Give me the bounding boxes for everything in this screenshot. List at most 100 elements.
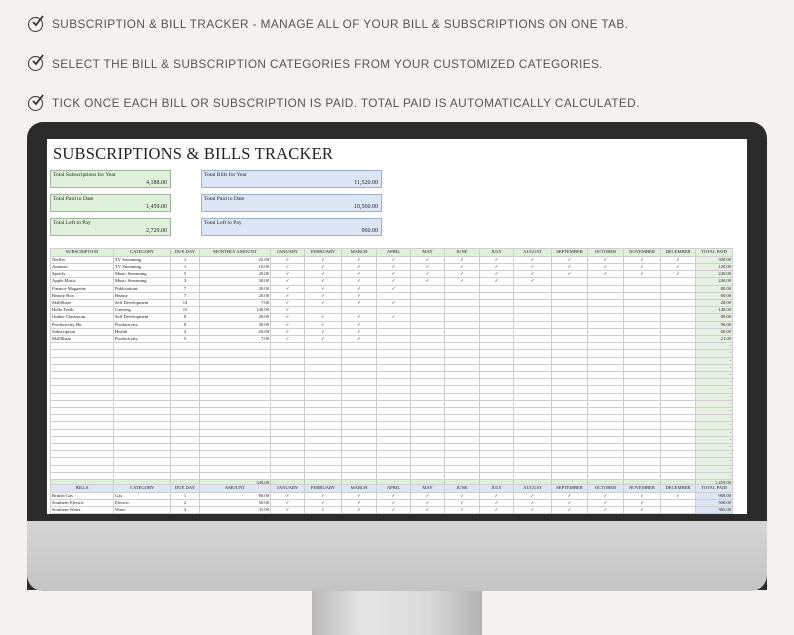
empty-cell[interactable] xyxy=(479,471,514,481)
empty-cell[interactable] xyxy=(376,435,411,445)
empty-cell[interactable] xyxy=(199,407,271,416)
tick-cell[interactable] xyxy=(341,306,377,315)
tick-cell[interactable] xyxy=(623,291,661,301)
tick-cell[interactable]: ✓ xyxy=(376,284,411,293)
empty-cell[interactable] xyxy=(170,450,200,459)
empty-cell[interactable] xyxy=(660,371,696,380)
tick-cell[interactable]: ✓ xyxy=(341,277,377,286)
empty-cell[interactable] xyxy=(304,342,342,351)
empty-cell[interactable] xyxy=(376,342,411,351)
tick-cell[interactable] xyxy=(551,277,588,286)
empty-cell[interactable] xyxy=(113,399,171,409)
cell-due-day[interactable]: 3 xyxy=(170,327,200,337)
empty-cell[interactable] xyxy=(199,428,271,437)
tick-cell[interactable] xyxy=(587,327,624,337)
empty-cell[interactable] xyxy=(304,363,342,373)
tick-cell[interactable]: ✓ xyxy=(444,506,480,514)
empty-cell[interactable] xyxy=(304,443,342,452)
empty-cell[interactable] xyxy=(587,356,624,365)
empty-cell[interactable] xyxy=(270,443,305,452)
cell-amount[interactable]: 140.00 xyxy=(199,306,271,315)
empty-cell[interactable] xyxy=(199,399,271,409)
empty-cell[interactable] xyxy=(410,363,445,373)
empty-cell[interactable] xyxy=(479,349,514,358)
tick-cell[interactable]: ✓ xyxy=(304,327,342,337)
empty-cell[interactable] xyxy=(376,363,411,373)
empty-cell[interactable] xyxy=(660,399,696,409)
empty-cell[interactable] xyxy=(341,363,377,373)
empty-cell[interactable] xyxy=(623,464,661,473)
empty-cell[interactable] xyxy=(410,356,445,365)
empty-cell[interactable] xyxy=(50,363,114,373)
empty-cell[interactable] xyxy=(513,363,552,373)
empty-cell[interactable] xyxy=(479,342,514,351)
empty-cell[interactable] xyxy=(410,407,445,416)
empty-cell[interactable] xyxy=(623,421,661,430)
tick-cell[interactable]: ✓ xyxy=(270,327,305,337)
cell-amount[interactable]: 30.00 xyxy=(199,277,271,286)
empty-cell[interactable] xyxy=(113,407,171,416)
tick-cell[interactable] xyxy=(513,335,552,344)
tick-cell[interactable] xyxy=(623,284,661,293)
tick-cell[interactable] xyxy=(587,335,624,344)
empty-cell[interactable] xyxy=(170,435,200,445)
cell-amount[interactable]: 20.00 xyxy=(199,291,271,301)
empty-cell[interactable] xyxy=(513,385,552,394)
cell-category[interactable]: TV Streaming xyxy=(113,255,171,265)
cell-amount[interactable]: 7.00 xyxy=(199,299,271,308)
tick-cell[interactable] xyxy=(660,313,696,322)
tick-cell[interactable] xyxy=(623,327,661,337)
empty-cell[interactable] xyxy=(113,414,171,423)
tick-cell[interactable] xyxy=(376,327,411,337)
empty-cell[interactable] xyxy=(410,414,445,423)
tick-cell[interactable] xyxy=(513,306,552,315)
empty-cell[interactable] xyxy=(444,428,480,437)
empty-cell[interactable] xyxy=(376,421,411,430)
empty-cell[interactable] xyxy=(551,399,588,409)
empty-cell[interactable] xyxy=(623,371,661,380)
empty-cell[interactable] xyxy=(623,385,661,394)
tick-cell[interactable]: ✓ xyxy=(479,277,514,286)
empty-cell[interactable] xyxy=(513,443,552,452)
empty-cell[interactable] xyxy=(623,471,661,481)
tick-cell[interactable]: ✓ xyxy=(270,284,305,293)
empty-cell[interactable] xyxy=(341,356,377,365)
empty-cell[interactable] xyxy=(479,464,514,473)
empty-cell[interactable] xyxy=(479,407,514,416)
tick-cell[interactable]: ✓ xyxy=(513,491,552,501)
tick-cell[interactable]: ✓ xyxy=(513,506,552,514)
tick-cell[interactable]: ✓ xyxy=(410,498,445,508)
empty-cell[interactable] xyxy=(587,392,624,401)
tick-cell[interactable] xyxy=(551,313,588,322)
cell-due-day[interactable]: 1 xyxy=(170,262,200,272)
empty-cell[interactable] xyxy=(304,428,342,437)
cell-amount[interactable]: 20.00 xyxy=(199,270,271,279)
empty-cell[interactable] xyxy=(170,399,200,409)
empty-cell[interactable] xyxy=(50,371,114,380)
cell-amount[interactable]: 10.00 xyxy=(199,262,271,272)
tick-cell[interactable]: ✓ xyxy=(270,498,305,508)
empty-cell[interactable] xyxy=(170,392,200,401)
tick-cell[interactable]: ✓ xyxy=(270,255,305,265)
empty-cell[interactable] xyxy=(551,435,588,445)
empty-cell[interactable] xyxy=(376,464,411,473)
cell-category[interactable]: Music Streaming xyxy=(113,270,171,279)
empty-cell[interactable] xyxy=(270,457,305,466)
empty-cell[interactable] xyxy=(113,457,171,466)
tick-cell[interactable] xyxy=(587,291,624,301)
empty-cell[interactable] xyxy=(660,421,696,430)
empty-cell[interactable] xyxy=(113,435,171,445)
tick-cell[interactable]: ✓ xyxy=(304,277,342,286)
empty-cell[interactable] xyxy=(199,450,271,459)
empty-cell[interactable] xyxy=(170,363,200,373)
tick-cell[interactable]: ✓ xyxy=(304,498,342,508)
empty-cell[interactable] xyxy=(376,378,411,387)
cell-category[interactable]: Publications xyxy=(113,284,171,293)
tick-cell[interactable] xyxy=(660,335,696,344)
empty-cell[interactable] xyxy=(410,428,445,437)
empty-cell[interactable] xyxy=(623,392,661,401)
tick-cell[interactable] xyxy=(587,320,624,329)
empty-cell[interactable] xyxy=(199,371,271,380)
empty-cell[interactable] xyxy=(410,378,445,387)
empty-cell[interactable] xyxy=(170,378,200,387)
